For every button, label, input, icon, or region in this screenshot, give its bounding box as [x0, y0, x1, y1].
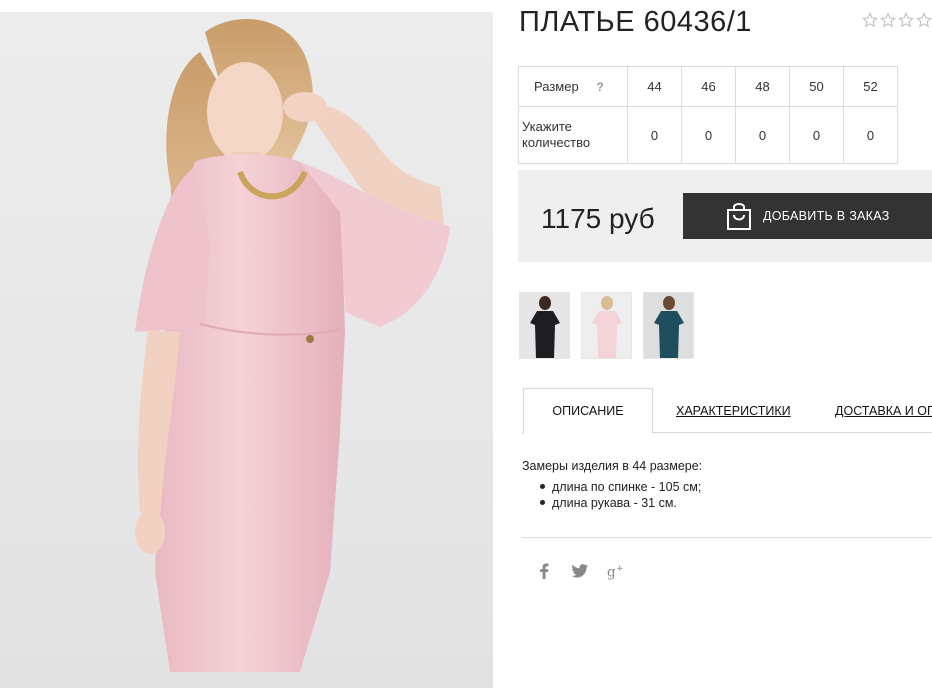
- star-icon[interactable]: [898, 12, 914, 28]
- tab-characteristics[interactable]: ХАРАКТЕРИСТИКИ: [676, 388, 791, 434]
- size-quantity-table: Размер ? 44 46 48 50 52 Укажите количест…: [518, 66, 898, 164]
- thumbnail-teal-dress-image: [654, 296, 684, 358]
- size-help-icon[interactable]: ?: [596, 80, 603, 94]
- quantity-label-line1: Укажите: [522, 119, 572, 134]
- divider: [522, 537, 932, 538]
- thumbnail-black-dress-image: [530, 296, 560, 358]
- size-label-cell: Размер ?: [518, 66, 628, 107]
- description: Замеры изделия в 44 размере: длина по сп…: [522, 458, 702, 511]
- quantity-input-48[interactable]: 0: [735, 106, 790, 164]
- description-list: длина по спинке - 105 см; длина рукава -…: [522, 479, 702, 511]
- google-plus-icon[interactable]: g +: [607, 562, 625, 580]
- size-row: Размер ? 44 46 48 50 52: [518, 66, 898, 107]
- tabs: ОПИСАНИЕ ХАРАКТЕРИСТИКИ ДОСТАВКА И ОПЛАТ…: [522, 388, 932, 435]
- product-photo[interactable]: [0, 12, 493, 688]
- quantity-row: Укажите количество 0 0 0 0 0: [518, 106, 898, 164]
- tab-delivery-payment[interactable]: ДОСТАВКА И ОПЛАТА: [835, 388, 932, 434]
- star-icon[interactable]: [862, 12, 878, 28]
- quantity-input-50[interactable]: 0: [789, 106, 844, 164]
- thumbnail-pink-dress[interactable]: [581, 292, 632, 359]
- rating-stars[interactable]: [862, 12, 932, 28]
- quantity-label-line2: количество: [522, 135, 591, 150]
- list-item: длина по спинке - 105 см;: [540, 479, 702, 495]
- quantity-input-46[interactable]: 0: [681, 106, 736, 164]
- price-bar: 1175 руб ДОБАВИТЬ В ЗАКАЗ: [518, 170, 932, 262]
- product-title: ПЛАТЬЕ 60436/1: [519, 6, 752, 38]
- add-to-order-button[interactable]: ДОБАВИТЬ В ЗАКАЗ: [683, 193, 932, 239]
- thumbnail-teal-dress[interactable]: [643, 292, 694, 359]
- facebook-icon[interactable]: [535, 562, 553, 580]
- description-intro: Замеры изделия в 44 размере:: [522, 459, 703, 473]
- thumbnail-black-dress[interactable]: [519, 292, 570, 359]
- size-label: Размер: [534, 79, 579, 94]
- star-icon[interactable]: [916, 12, 932, 28]
- thumbnail-pink-dress-image: [592, 296, 622, 358]
- size-44: 44: [627, 66, 682, 107]
- star-icon[interactable]: [880, 12, 896, 28]
- model-in-pink-dress-image: [135, 19, 450, 672]
- quantity-input-52[interactable]: 0: [843, 106, 898, 164]
- size-52: 52: [843, 66, 898, 107]
- social-share: g +: [535, 562, 625, 580]
- size-46: 46: [681, 66, 736, 107]
- size-48: 48: [735, 66, 790, 107]
- tab-description[interactable]: ОПИСАНИЕ: [523, 388, 653, 434]
- list-item: длина рукава - 31 см.: [540, 495, 702, 511]
- twitter-icon[interactable]: [571, 562, 589, 580]
- quantity-input-44[interactable]: 0: [627, 106, 682, 164]
- add-to-order-label: ДОБАВИТЬ В ЗАКАЗ: [763, 209, 890, 223]
- size-50: 50: [789, 66, 844, 107]
- quantity-label-cell: Укажите количество: [518, 106, 628, 164]
- shopping-bag-icon: [727, 203, 751, 230]
- svg-text:+: +: [616, 564, 624, 574]
- svg-text:g: g: [607, 564, 616, 580]
- price: 1175 руб: [541, 203, 655, 234]
